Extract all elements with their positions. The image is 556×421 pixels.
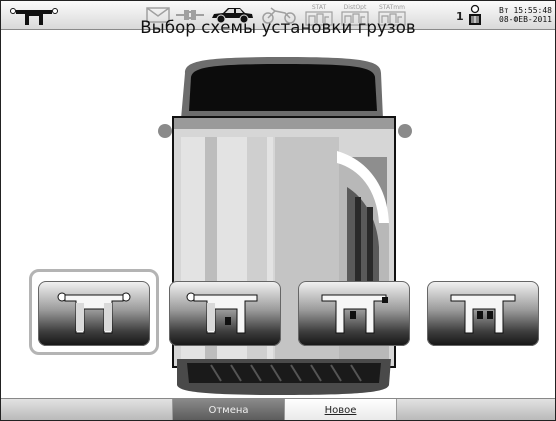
weight-scheme-1-button[interactable] [38,281,150,346]
weight-scheme-4-button[interactable] [427,281,539,346]
clock-time: Вт 15:55:48 [499,6,552,15]
bottom-soft-key-bar: Отмена Новое [1,398,555,420]
weight-scheme-2-button[interactable] [169,281,281,346]
cancel-button[interactable]: Отмена [173,399,285,420]
scheme-1-icon [57,292,131,334]
page-title: Выбор схемы установки грузов [140,18,416,37]
scheme-2-icon [186,292,258,334]
scheme-3-icon [321,294,388,334]
new-button[interactable]: Новое [285,399,397,420]
softkey-empty-2[interactable] [397,399,555,420]
application-window: STAT DistOpt STATmm 1 Вт 15:55:48 08-ФЕВ-… [0,0,556,421]
scheme-4-icon [450,294,516,334]
softkey-empty-1[interactable] [1,399,173,420]
weight-scheme-3-button[interactable] [298,281,410,346]
